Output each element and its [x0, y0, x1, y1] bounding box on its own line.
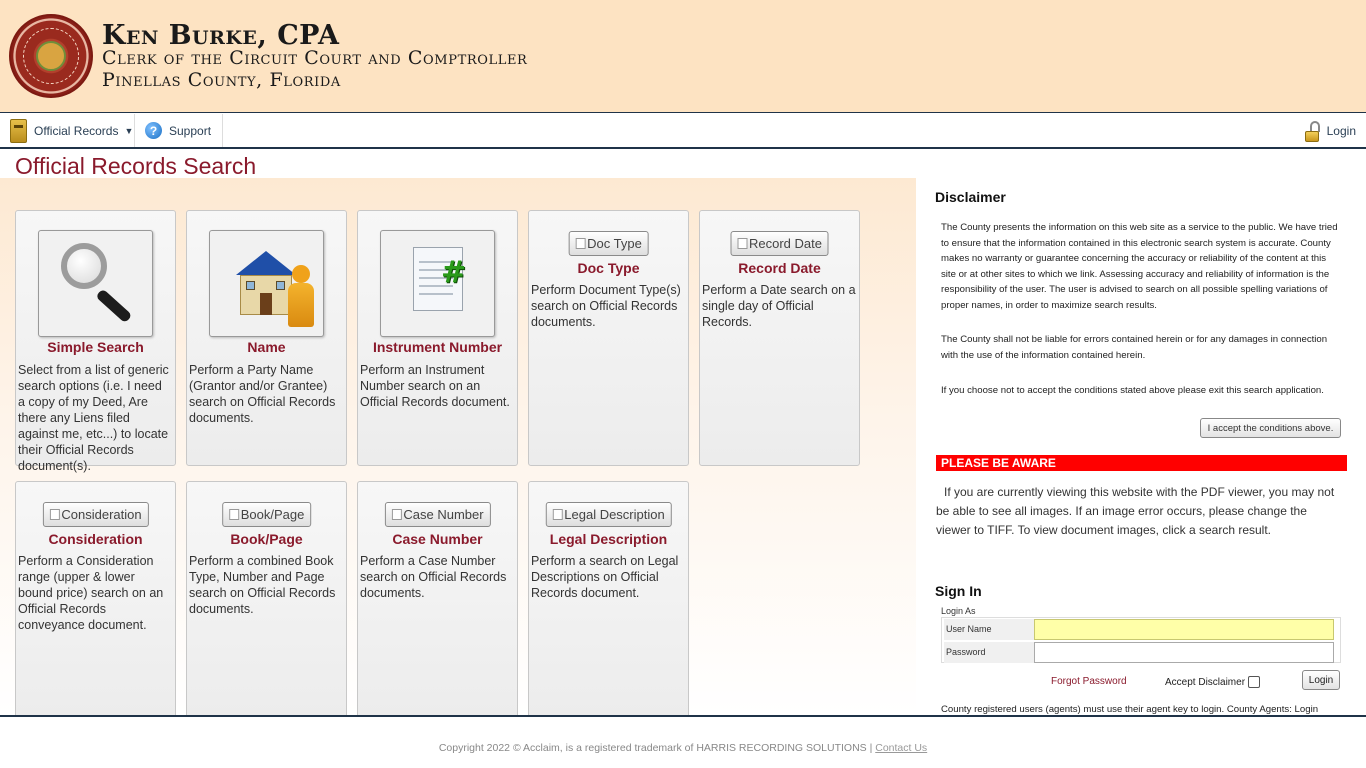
card-title[interactable]: Book/Page — [187, 531, 346, 547]
card-title[interactable]: Legal Description — [529, 531, 688, 547]
contact-us-link[interactable]: Contact Us — [875, 742, 927, 754]
book-page-image-button[interactable]: Book/Page — [221, 502, 312, 527]
card-consideration[interactable]: Consideration Consideration Perform a Co… — [15, 481, 176, 721]
copyright-text: Copyright 2022 © Acclaim, is a registere… — [438, 742, 876, 754]
house-person-icon[interactable] — [209, 230, 324, 337]
sign-in-heading: Sign In — [935, 583, 982, 599]
disclaimer-paragraph-1: The County presents the information on t… — [941, 222, 1338, 311]
nav-login[interactable]: Login — [1304, 114, 1356, 147]
card-title[interactable]: Instrument Number — [358, 339, 517, 355]
card-description: Perform Document Type(s) search on Offic… — [531, 283, 681, 329]
chevron-down-icon: ▼ — [124, 125, 134, 136]
card-description: Perform a Case Number search on Official… — [360, 554, 507, 600]
login-form: User Name Password — [941, 617, 1341, 663]
card-description: Perform a Consideration range (upper & l… — [18, 554, 164, 632]
card-title[interactable]: Name — [187, 339, 346, 355]
accept-disclaimer-checkbox[interactable] — [1248, 676, 1261, 688]
card-case-number[interactable]: Case Number Case Number Perform a Case N… — [357, 481, 518, 721]
accept-conditions-button[interactable]: I accept the conditions above. — [1200, 418, 1341, 438]
help-icon: ? — [145, 122, 162, 139]
agents-note: County registered users (agents) must us… — [941, 704, 1319, 715]
nav-support-label: Support — [169, 123, 212, 138]
header-subtitle-county: Pinellas County, Florida — [102, 69, 341, 91]
disclaimer-heading: Disclaimer — [935, 189, 1006, 205]
header-subtitle-clerk: Clerk of the Circuit Court and Comptroll… — [102, 47, 528, 69]
nav-official-records[interactable]: Official Records ▼ — [0, 114, 135, 147]
card-legal-description[interactable]: Legal Description Legal Description Perf… — [528, 481, 689, 721]
doc-type-image-button[interactable]: Doc Type — [568, 231, 649, 256]
magnifier-icon[interactable] — [38, 230, 153, 337]
nav-support[interactable]: ? Support — [135, 114, 223, 147]
password-input[interactable] — [1034, 642, 1334, 663]
password-label: Password — [944, 642, 1034, 663]
login-button[interactable]: Login — [1302, 670, 1340, 690]
please-be-aware-banner: PLEASE BE AWARE — [936, 455, 1347, 471]
card-record-date[interactable]: Record Date Record Date Perform a Date s… — [699, 210, 860, 466]
card-book-page[interactable]: Book/Page Book/Page Perform a combined B… — [186, 481, 347, 721]
page-title: Official Records Search — [15, 153, 257, 179]
card-simple-search[interactable]: Simple Search Select from a list of gene… — [15, 210, 176, 473]
forgot-password-link[interactable]: Forgot Password — [1051, 676, 1127, 687]
card-name[interactable]: Name Perform a Party Name (Grantor and/o… — [186, 210, 347, 466]
card-description: Select from a list of generic search opt… — [18, 363, 169, 473]
login-as-label: Login As — [941, 606, 976, 616]
case-number-image-button[interactable]: Case Number — [384, 502, 491, 527]
record-date-image-button[interactable]: Record Date — [730, 231, 829, 256]
disclaimer-paragraph-2: The County shall not be liable for error… — [941, 334, 1328, 361]
footer-text: Copyright 2022 © Acclaim, is a registere… — [0, 742, 1366, 754]
card-description: Perform an Instrument Number search on a… — [360, 363, 510, 409]
site-header: Ken Burke, CPA Clerk of the Circuit Cour… — [0, 0, 1366, 113]
card-title[interactable]: Record Date — [700, 260, 859, 276]
pdf-viewer-notice: If you are currently viewing this websit… — [936, 485, 1335, 537]
card-description: Perform a Party Name (Grantor and/or Gra… — [189, 363, 336, 425]
card-description: Perform a search on Legal Descriptions o… — [531, 554, 679, 600]
nav-login-label: Login — [1326, 123, 1356, 138]
nav-bar: Official Records ▼ ? Support Login — [0, 114, 1366, 149]
accept-disclaimer-label: Accept Disclaimer — [1165, 676, 1246, 688]
search-options-panel: Simple Search Select from a list of gene… — [0, 178, 916, 721]
card-description: Perform a combined Book Type, Number and… — [189, 554, 336, 616]
disclaimer-paragraph-3: If you choose not to accept the conditio… — [941, 385, 1324, 396]
site-footer: Copyright 2022 © Acclaim, is a registere… — [0, 715, 1366, 768]
card-title[interactable]: Consideration — [16, 531, 175, 547]
card-description: Perform a Date search on a single day of… — [702, 283, 856, 329]
card-instrument-number[interactable]: # Instrument Number Perform an Instrumen… — [357, 210, 518, 466]
lock-icon — [1304, 120, 1321, 142]
card-title[interactable]: Doc Type — [529, 260, 688, 276]
username-label: User Name — [944, 619, 1034, 640]
document-hash-icon[interactable]: # — [380, 230, 495, 337]
accept-disclaimer-field: Accept Disclaimer — [1165, 676, 1261, 688]
legal-description-image-button[interactable]: Legal Description — [545, 502, 672, 527]
right-panel: Disclaimer The County presents the infor… — [916, 178, 1366, 715]
consideration-image-button[interactable]: Consideration — [42, 502, 149, 527]
records-icon — [10, 118, 27, 143]
county-seal-icon — [9, 14, 93, 98]
card-title[interactable]: Case Number — [358, 531, 517, 547]
username-input[interactable] — [1034, 619, 1334, 640]
nav-official-records-label: Official Records — [34, 123, 119, 138]
card-doc-type[interactable]: Doc Type Doc Type Perform Document Type(… — [528, 210, 689, 466]
card-title[interactable]: Simple Search — [16, 339, 175, 355]
